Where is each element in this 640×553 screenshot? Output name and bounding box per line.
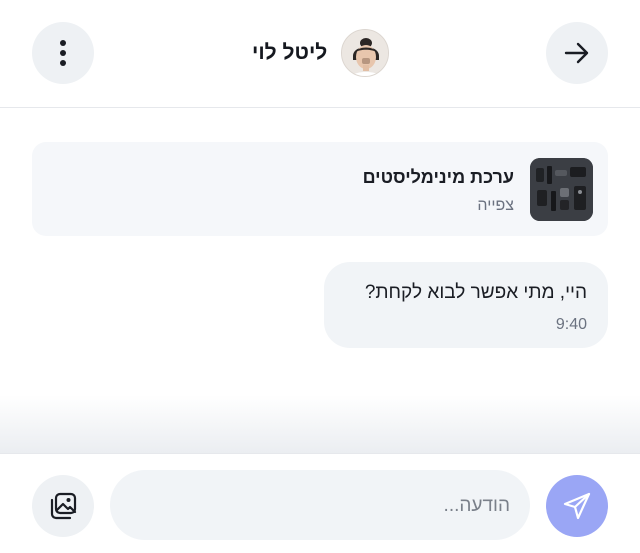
message-input[interactable] <box>140 492 510 520</box>
arrow-right-icon <box>564 42 589 64</box>
chat-header: ליטל לוי <box>0 0 640 108</box>
chat-screen: ליטל לוי ערכת מינימליסטים צפייה היי, מתי… <box>0 0 640 553</box>
send-icon <box>563 492 591 520</box>
message-composer <box>0 453 640 553</box>
message-time: 9:40 <box>555 316 587 333</box>
product-title: ערכת מינימליסטים <box>362 167 514 187</box>
message-input-wrapper[interactable] <box>110 470 530 540</box>
scroll-fade <box>0 395 640 455</box>
gallery-button[interactable] <box>32 475 94 537</box>
contact-info[interactable]: ליטל לוי <box>252 28 390 78</box>
message-text: היי, מתי אפשר לבוא לקחת? <box>364 282 587 303</box>
back-button[interactable] <box>546 22 608 84</box>
product-status: צפייה <box>477 197 514 214</box>
product-card[interactable]: ערכת מינימליסטים צפייה <box>32 142 608 236</box>
menu-button[interactable] <box>32 22 94 84</box>
product-thumbnail <box>530 158 593 221</box>
avatar-image <box>342 30 389 76</box>
avatar[interactable] <box>341 29 390 77</box>
more-vertical-icon <box>60 40 66 66</box>
image-gallery-icon <box>50 492 77 520</box>
contact-name: ליטל לוי <box>252 41 328 64</box>
message-bubble: היי, מתי אפשר לבוא לקחת? 9:40 <box>324 262 608 348</box>
send-button[interactable] <box>546 475 608 537</box>
